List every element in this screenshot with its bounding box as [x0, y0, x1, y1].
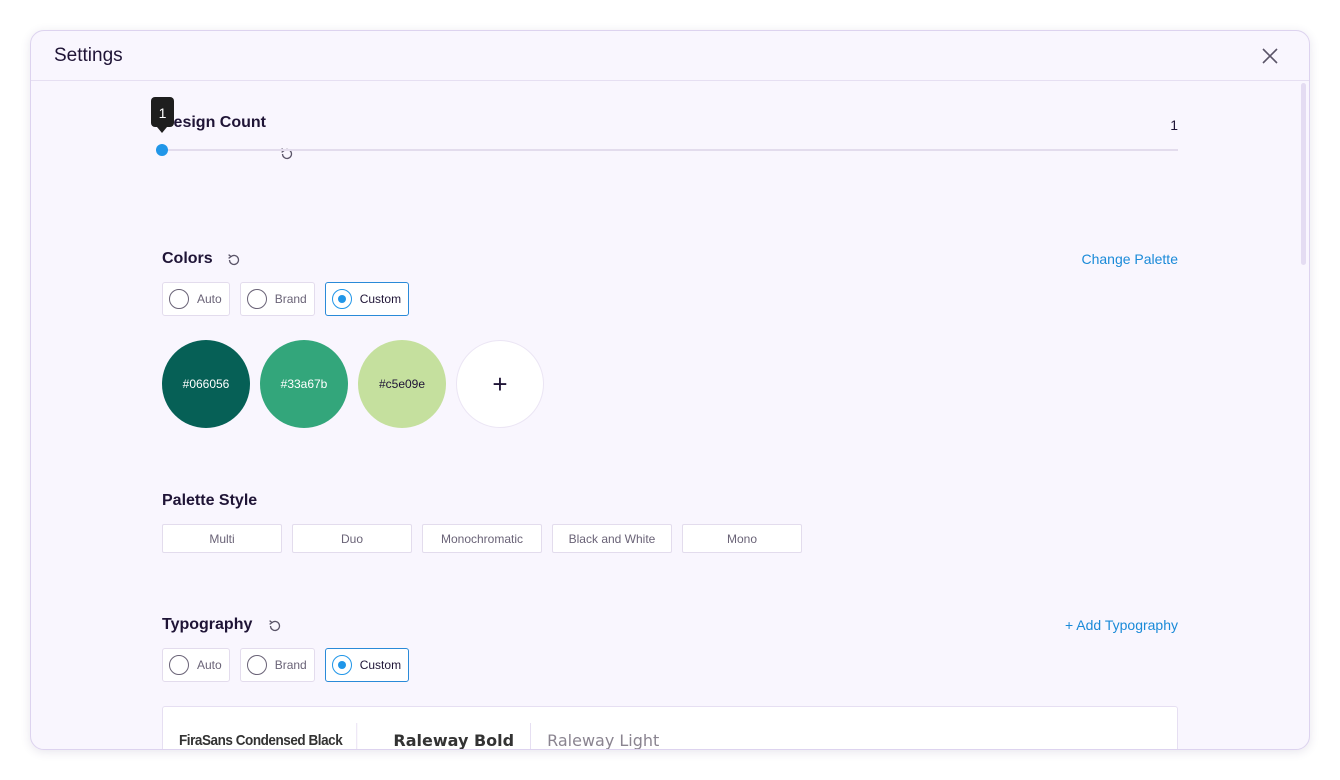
- add-typography-link[interactable]: + Add Typography: [1065, 617, 1178, 633]
- colors-custom-radio[interactable]: Custom: [324, 282, 410, 316]
- color-swatch[interactable]: #33a67b: [260, 340, 348, 428]
- radio-circle-icon: [246, 289, 267, 309]
- settings-content: Design Count 1 1 Colors Change Palette A…: [151, 81, 1178, 749]
- palette-style-label: Palette Style: [162, 492, 258, 509]
- typography-label: Typography: [162, 616, 253, 633]
- palette-style-monochromatic[interactable]: Monochromatic: [422, 524, 542, 553]
- slider-tooltip: 1: [151, 97, 174, 133]
- scrollbar[interactable]: [1301, 83, 1306, 265]
- colors-mode-group: Auto Brand Custom: [162, 282, 410, 316]
- radio-circle-icon: [169, 655, 189, 675]
- typography-card: FiraSans Condensed Black Raleway Bold Ra…: [162, 706, 1178, 749]
- dialog-title: Settings: [54, 45, 123, 66]
- color-swatch[interactable]: #c5e09e: [358, 340, 446, 428]
- colors-auto-radio[interactable]: Auto: [162, 282, 230, 316]
- change-palette-link[interactable]: Change Palette: [1081, 251, 1178, 267]
- close-icon[interactable]: [1259, 45, 1281, 67]
- typography-auto-radio[interactable]: Auto: [162, 648, 230, 682]
- palette-style-multi[interactable]: Multi: [162, 524, 282, 553]
- add-color-button[interactable]: +: [456, 340, 544, 428]
- settings-dialog: Settings Design Count 1 1 Colors Change …: [30, 30, 1310, 750]
- radio-label: Auto: [197, 658, 222, 672]
- palette-style-duo[interactable]: Duo: [292, 524, 412, 553]
- palette-style-group: Multi Duo Monochromatic Black and White …: [162, 524, 802, 553]
- color-swatches: #066056 #33a67b #c5e09e +: [162, 340, 544, 428]
- colors-brand-radio[interactable]: Brand: [239, 282, 315, 316]
- design-count-value: 1: [1170, 117, 1178, 133]
- radio-circle-icon: [246, 655, 267, 675]
- dialog-header: Settings: [31, 31, 1309, 81]
- radio-checked-icon: [331, 655, 352, 675]
- font-item-firasans-condensed-black[interactable]: FiraSans Condensed Black: [179, 723, 358, 749]
- radio-circle-icon: [169, 289, 189, 309]
- radio-label: Custom: [359, 658, 402, 672]
- radio-label: Custom: [359, 292, 402, 306]
- radio-label: Brand: [274, 292, 307, 306]
- palette-style-black-and-white[interactable]: Black and White: [552, 524, 672, 553]
- color-swatch[interactable]: #066056: [162, 340, 250, 428]
- radio-label: Auto: [197, 292, 222, 306]
- radio-checked-icon: [331, 289, 352, 309]
- typography-brand-radio[interactable]: Brand: [239, 648, 315, 682]
- palette-style-mono[interactable]: Mono: [682, 524, 802, 553]
- font-item-raleway-bold[interactable]: Raleway Bold: [377, 723, 532, 749]
- reset-icon[interactable]: [267, 618, 283, 634]
- reset-icon[interactable]: [226, 252, 242, 268]
- radio-label: Brand: [274, 658, 307, 672]
- font-item-raleway-light[interactable]: Raleway Light: [531, 723, 675, 749]
- colors-label: Colors: [162, 250, 213, 267]
- slider-thumb[interactable]: [156, 144, 168, 156]
- typography-mode-group: Auto Brand Custom: [162, 648, 410, 682]
- design-count-label: Design Count: [162, 114, 266, 131]
- design-count-slider[interactable]: [162, 149, 1178, 151]
- typography-custom-radio[interactable]: Custom: [324, 648, 410, 682]
